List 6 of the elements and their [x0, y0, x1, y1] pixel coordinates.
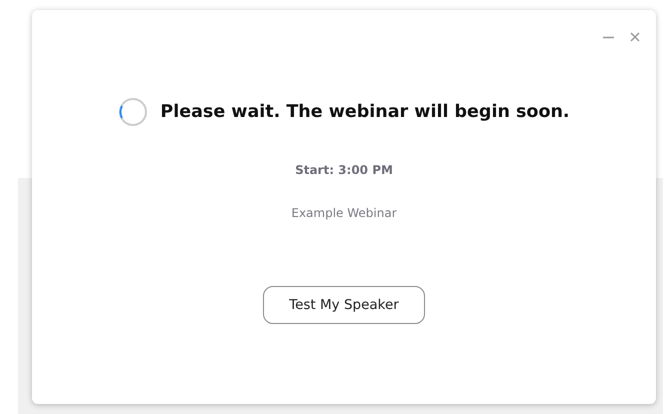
spinner-icon: [118, 97, 148, 127]
start-time: Start: 3:00 PM: [295, 163, 393, 177]
close-icon[interactable]: [630, 32, 640, 42]
dialog-heading: Please wait. The webinar will begin soon.: [160, 102, 570, 122]
test-speaker-button[interactable]: Test My Speaker: [263, 286, 425, 324]
webinar-name: Example Webinar: [291, 206, 397, 220]
